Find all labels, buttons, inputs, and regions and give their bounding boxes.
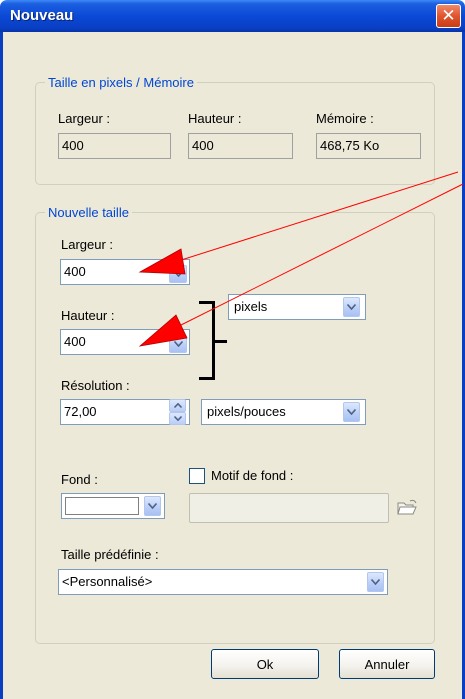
resolution-label: Résolution : [61, 378, 130, 393]
current-width-value: 400 [62, 138, 84, 153]
cancel-button[interactable]: Annuler [339, 649, 435, 679]
pattern-label: Motif de fond : [211, 468, 294, 483]
resolution-unit-value: pixels/pouces [207, 404, 286, 419]
window-title: Nouveau [10, 7, 74, 24]
resolution-value: 72,00 [64, 404, 97, 419]
background-label: Fond : [61, 472, 98, 487]
background-color-dropdown-button[interactable] [144, 496, 161, 516]
chevron-down-icon [347, 304, 356, 310]
preset-size-label: Taille prédéfinie : [61, 547, 159, 562]
unit-select-value: pixels [234, 299, 268, 314]
new-width-value: 400 [64, 264, 86, 279]
new-height-value: 400 [64, 334, 86, 349]
current-width-label: Largeur : [58, 111, 111, 126]
new-height-label: Hauteur : [61, 308, 115, 323]
new-height-dropdown-button[interactable] [169, 335, 187, 353]
chevron-down-icon [347, 409, 356, 415]
aspect-link-bracket-tick [215, 340, 227, 343]
spin-up-button[interactable] [169, 399, 186, 412]
memory-label: Mémoire : [316, 111, 374, 126]
chevron-down-icon [371, 579, 380, 585]
current-height-label: Hauteur : [188, 111, 242, 126]
current-height-field: 400 [188, 133, 293, 159]
preset-size-select[interactable]: <Personnalisé> [58, 569, 388, 595]
chevron-up-icon [173, 403, 182, 408]
ok-button[interactable]: Ok [211, 649, 319, 679]
title-bar[interactable]: Nouveau ✕ [0, 0, 465, 32]
background-color-swatch [65, 497, 139, 515]
resolution-spinner[interactable] [169, 399, 186, 425]
resolution-unit-dropdown-button[interactable] [343, 402, 360, 422]
dialog-body: Taille en pixels / Mémoire Largeur : 400… [0, 32, 465, 699]
cancel-button-label: Annuler [364, 656, 410, 672]
ok-button-label: Ok [256, 656, 274, 672]
aspect-link-bracket [199, 301, 215, 380]
memory-value: 468,75 Ko [320, 138, 380, 153]
new-width-dropdown-button[interactable] [169, 265, 187, 283]
close-icon: ✕ [441, 6, 456, 25]
close-button[interactable]: ✕ [436, 4, 461, 28]
chevron-down-icon [173, 271, 183, 277]
current-width-field: 400 [58, 133, 171, 159]
open-folder-icon [396, 498, 418, 518]
pattern-checkbox[interactable] [189, 468, 205, 484]
chevron-down-icon [173, 341, 183, 347]
chevron-down-icon [173, 416, 182, 421]
chevron-down-icon [148, 503, 157, 509]
preset-size-dropdown-button[interactable] [367, 572, 384, 592]
new-width-label: Largeur : [61, 237, 114, 252]
preset-size-value: <Personnalisé> [62, 574, 153, 589]
unit-dropdown-button[interactable] [343, 297, 360, 317]
resolution-unit-select[interactable]: pixels/pouces [201, 399, 366, 425]
memory-field: 468,75 Ko [316, 133, 421, 159]
pattern-path-field [189, 493, 389, 523]
new-size-group-label: Nouvelle taille [45, 205, 132, 220]
pixels-memory-group-label: Taille en pixels / Mémoire [45, 75, 197, 90]
spin-down-button[interactable] [169, 412, 186, 425]
current-height-value: 400 [192, 138, 214, 153]
